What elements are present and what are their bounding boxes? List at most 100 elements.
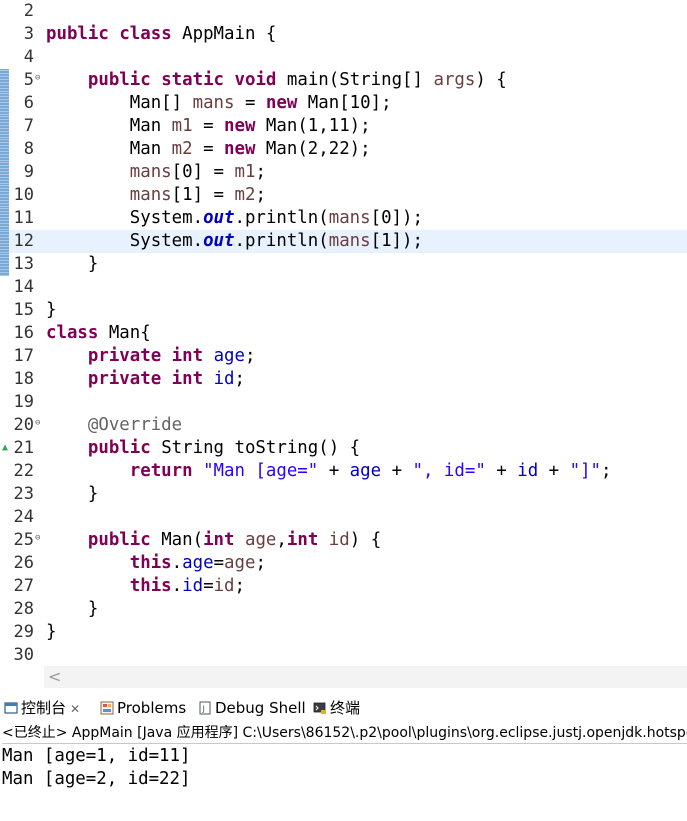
line-number: 2 [23, 1, 34, 21]
change-marker [0, 69, 9, 92]
tab-problems[interactable]: Problems [100, 698, 186, 718]
code-text: Man m1 = new Man(1,11); [46, 115, 371, 138]
code-token: class [119, 24, 172, 44]
code-line[interactable]: 25 ⊖ public Man(int age,int id) { [0, 529, 687, 552]
code-line[interactable]: 27 this.id=id; [0, 575, 687, 598]
code-token: String toString() { [150, 438, 361, 458]
line-number: 18 [13, 369, 34, 389]
code-line[interactable]: 19 [0, 391, 687, 414]
code-token: = [192, 116, 225, 136]
code-line[interactable]: 5 ⊖ public static void main(String[] args… [0, 69, 687, 92]
line-number: 24 [13, 507, 34, 527]
scroll-left-arrow-icon[interactable]: < [48, 667, 61, 686]
code-line[interactable]: 10 mans[1] = m2; [0, 184, 687, 207]
code-token: "Man [age=" [203, 461, 319, 481]
code-text: mans[1] = m2; [46, 184, 266, 207]
code-token: . [171, 553, 183, 573]
line-number: 26 [13, 553, 34, 573]
code-line[interactable]: 9 mans[0] = m1; [0, 161, 687, 184]
change-marker [0, 138, 9, 161]
code-token: int [203, 530, 235, 550]
code-token: ; [234, 369, 246, 389]
code-line[interactable]: 8 Man m2 = new Man(2,22); [0, 138, 687, 161]
code-token: + [318, 461, 350, 481]
fold-toggle-icon[interactable]: ⊖ [35, 73, 40, 83]
code-line[interactable]: 23 } [0, 483, 687, 506]
line-number: 19 [13, 392, 34, 412]
line-number: 14 [13, 277, 34, 297]
line-number: 13 [13, 254, 34, 274]
close-icon[interactable]: ✕ [70, 702, 80, 716]
code-token: .println( [234, 231, 329, 251]
tab-console[interactable]: 控制台 ✕ [4, 698, 80, 718]
code-text: } [46, 253, 98, 276]
code-line[interactable]: 15} [0, 299, 687, 322]
code-line[interactable]: 11 System.out.println(mans[0]); [0, 207, 687, 230]
tab-debug-shell-label: Debug Shell [215, 699, 306, 717]
tab-terminal[interactable]: 终端 [313, 698, 360, 718]
code-line[interactable]: 22 return "Man [age=" + age + ", id=" + … [0, 460, 687, 483]
code-line[interactable]: 14 [0, 276, 687, 299]
code-line[interactable]: 3 public class AppMain { [0, 23, 687, 46]
code-text: private int id; [46, 368, 245, 391]
code-token: ; [245, 346, 256, 366]
code-token: Man( [150, 530, 204, 550]
code-token: m1 [171, 116, 193, 136]
line-number: 6 [23, 93, 34, 113]
code-line[interactable]: 16 class Man{ [0, 322, 687, 345]
code-line[interactable]: 28 } [0, 598, 687, 621]
code-token: out [203, 231, 235, 251]
code-token: id [328, 530, 350, 550]
fold-toggle-icon[interactable]: ⊖ [35, 418, 40, 428]
code-line[interactable]: 7 Man m1 = new Man(1,11); [0, 115, 687, 138]
code-token: age [244, 530, 277, 550]
code-token: } [46, 254, 99, 274]
code-token: mans [129, 185, 172, 205]
code-line[interactable]: 24 [0, 506, 687, 529]
horizontal-scrollbar[interactable]: < [44, 666, 687, 688]
code-line[interactable]: 30 [0, 644, 687, 666]
code-line[interactable]: 4 [0, 46, 687, 69]
code-text: class Man{ [46, 322, 151, 345]
tab-debug-shell[interactable]: J Debug Shell [198, 698, 306, 718]
line-number: 9 [23, 162, 34, 182]
code-token: this [129, 576, 172, 596]
code-text: Man m2 = new Man(2,22); [46, 138, 371, 161]
code-line[interactable]: 29} [0, 621, 687, 644]
code-text: this.age=age; [46, 552, 266, 575]
code-token: age [213, 346, 245, 366]
line-number: 17 [13, 346, 34, 366]
code-token: id [517, 461, 539, 481]
fold-toggle-icon[interactable]: ⊖ [35, 533, 40, 543]
line-number: 23 [13, 484, 34, 504]
code-text: public String toString() { [46, 437, 360, 460]
code-line[interactable]: 17 private int age; [0, 345, 687, 368]
current-code-line[interactable]: 12 System.out.println(mans[1]); [0, 230, 687, 253]
code-line[interactable]: ▲ 21 public String toString() { [0, 437, 687, 460]
line-number: 28 [13, 599, 34, 619]
code-line[interactable]: 2 [0, 0, 687, 23]
console-icon [4, 702, 18, 714]
code-line[interactable]: 20 ⊖ @Override [0, 414, 687, 437]
override-marker-icon[interactable]: ▲ [2, 443, 8, 453]
code-text: } [46, 483, 98, 506]
code-line[interactable]: 26 this.age=age; [0, 552, 687, 575]
line-number: 29 [13, 622, 34, 642]
code-line[interactable]: 18 private int id; [0, 368, 687, 391]
line-number: 8 [23, 139, 34, 159]
code-line[interactable]: 13 } [0, 253, 687, 276]
code-editor[interactable]: 2 3 public class AppMain {4 5 ⊖ public stati… [0, 0, 687, 666]
code-text: return "Man [age=" + age + ", id=" + id … [46, 460, 612, 483]
code-token: private [87, 369, 162, 389]
code-line[interactable]: 6 Man[] mans = new Man[10]; [0, 92, 687, 115]
